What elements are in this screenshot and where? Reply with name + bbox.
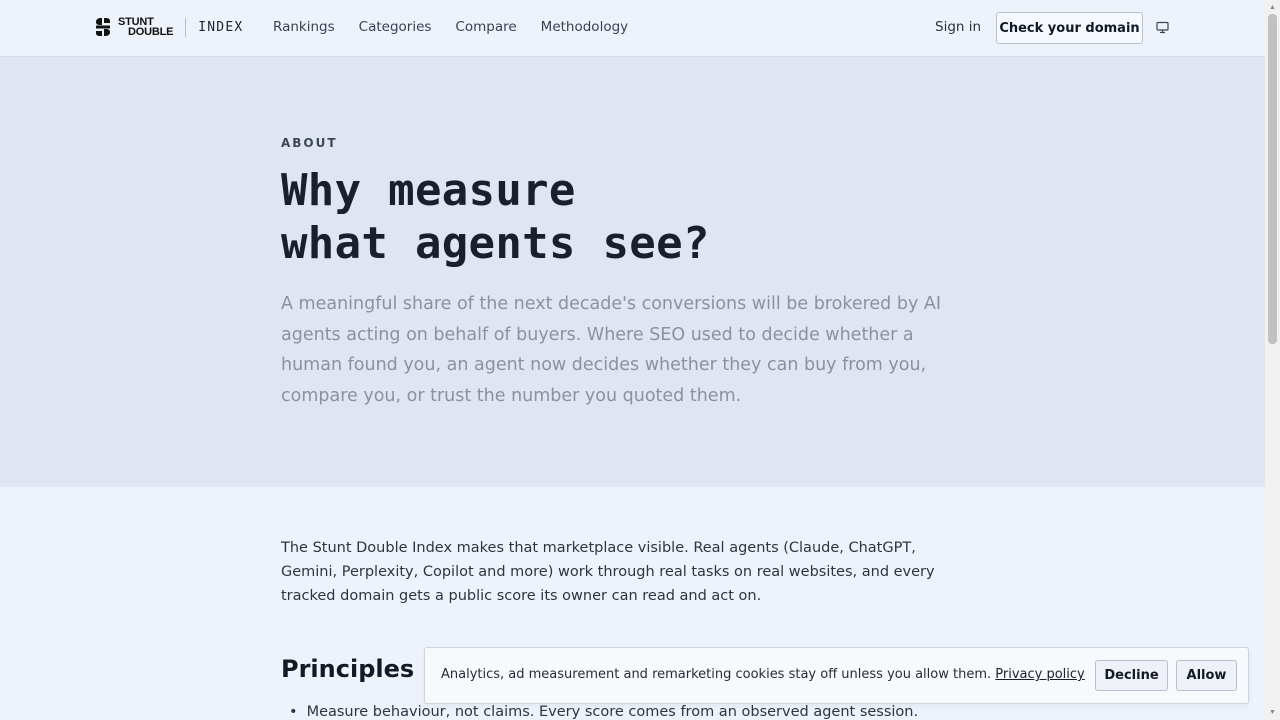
hero-title-line-1: Why measure xyxy=(281,165,576,216)
sign-in-link[interactable]: Sign in xyxy=(935,19,981,35)
check-domain-button[interactable]: Check your domain xyxy=(996,12,1143,44)
decline-cookies-button[interactable]: Decline xyxy=(1095,660,1168,691)
brand-divider xyxy=(185,17,187,37)
cookie-text: Analytics, ad measurement and remarketin… xyxy=(441,667,992,682)
nav-methodology[interactable]: Methodology xyxy=(541,19,628,35)
site-header: STUNT DOUBLE INDEX Rankings Categories C… xyxy=(0,0,1265,57)
stunt-double-logo-icon xyxy=(96,18,110,36)
nav-compare[interactable]: Compare xyxy=(455,19,516,35)
hero-eyebrow: ABOUT xyxy=(281,136,338,150)
hero-title-line-2: what agents see? xyxy=(281,218,710,269)
brand-logo-link[interactable]: STUNT DOUBLE INDEX xyxy=(93,17,244,38)
cookie-banner: Analytics, ad measurement and remarketin… xyxy=(424,647,1249,704)
nav-categories[interactable]: Categories xyxy=(359,19,432,35)
scroll-down-icon[interactable]: ▼ xyxy=(1268,708,1277,717)
nav-rankings[interactable]: Rankings xyxy=(273,19,335,35)
privacy-policy-link[interactable]: Privacy policy xyxy=(995,667,1084,682)
allow-cookies-button[interactable]: Allow xyxy=(1176,660,1237,691)
scrollbar-thumb[interactable] xyxy=(1268,14,1277,344)
principles-heading: Principles xyxy=(281,655,415,683)
brand-index-label: INDEX xyxy=(198,19,244,35)
scroll-up-icon[interactable]: ▲ xyxy=(1268,3,1277,12)
hero-title: Why measure what agents see? xyxy=(281,164,881,270)
main-nav: Rankings Categories Compare Methodology xyxy=(273,19,652,35)
hero-lede: A meaningful share of the next decade's … xyxy=(281,294,942,406)
hero-section: ABOUT Why measure what agents see? A mea… xyxy=(0,57,1265,487)
monitor-icon[interactable] xyxy=(1156,21,1169,34)
brand-line-2: DOUBLE xyxy=(128,26,174,38)
cookie-message: Analytics, ad measurement and remarketin… xyxy=(441,667,1085,682)
brand-wordmark: STUNT DOUBLE xyxy=(118,17,174,38)
intro-paragraph: The Stunt Double Index makes that market… xyxy=(281,540,935,604)
